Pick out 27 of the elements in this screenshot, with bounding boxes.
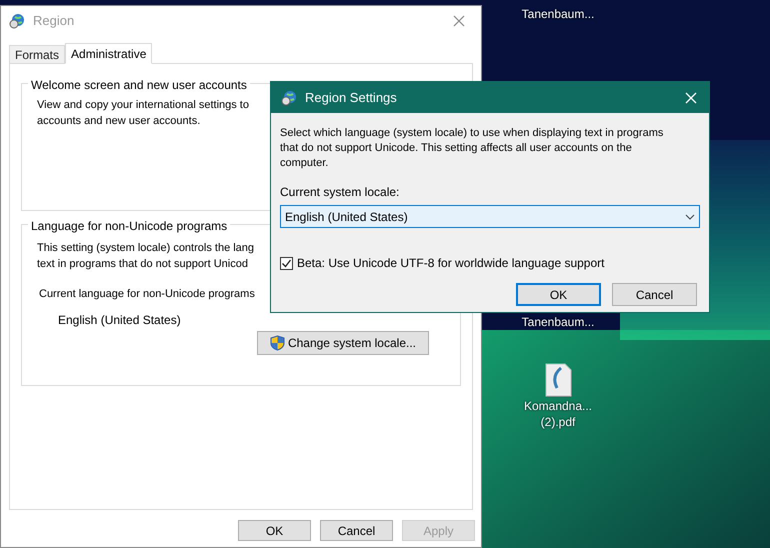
icon-label: Tanenbaum... [520, 314, 596, 330]
description-text: This setting (system locale) controls the lang text in programs that do not support Unicod [37, 241, 254, 272]
locale-dropdown[interactable]: English (United States) [280, 205, 700, 228]
icon-label: Komandna... (2).pdf [522, 398, 594, 430]
checkbox-label: Beta: Use Unicode UTF-8 for worldwide language support [297, 255, 604, 272]
dialog-button[interactable]: OK [238, 520, 311, 541]
field-label: Current system locale: [280, 184, 400, 201]
chevron-down-icon [685, 214, 695, 220]
dialog-title: Region Settings [305, 88, 397, 107]
dialog-button[interactable]: Cancel [320, 520, 393, 541]
shield-icon [270, 334, 285, 350]
globe-clock-icon [281, 90, 297, 106]
icon-label: Tanenbaum... [520, 6, 596, 22]
language-value: English (United States) [58, 312, 181, 328]
document-icon[interactable] [543, 362, 573, 398]
change-locale-button[interactable]: Change system locale... [256, 330, 429, 354]
tab[interactable]: Administrative [65, 43, 152, 64]
description-text: Select which language (system locale) to use when displaying text in programs that do not support Unicode. This setting affects all user accounts on the computer. [280, 126, 664, 171]
close-icon[interactable] [453, 15, 465, 27]
dialog-button[interactable]: OK [516, 283, 601, 306]
dialog-button[interactable]: Cancel [612, 283, 697, 306]
globe-clock-icon [9, 13, 25, 29]
description-text: View and copy your international settings to accounts and new user accounts. [37, 98, 249, 129]
field-label: Current language for non-Unicode programs [39, 287, 255, 302]
checkbox[interactable] [280, 256, 293, 270]
window-title: Region [33, 12, 74, 30]
tab[interactable]: Formats [9, 45, 66, 64]
